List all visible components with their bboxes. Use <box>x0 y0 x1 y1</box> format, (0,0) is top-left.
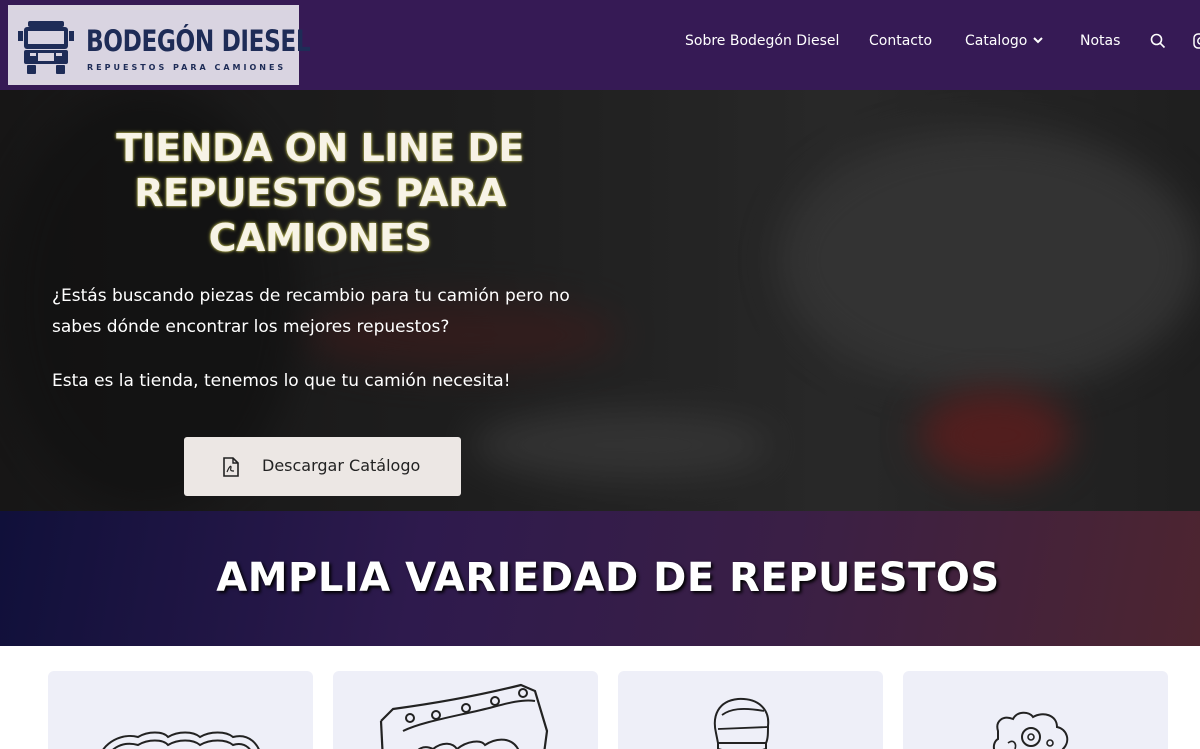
gear-shift-knob-icon <box>713 697 770 749</box>
product-card[interactable] <box>618 671 883 749</box>
engine-gasket-icon <box>102 731 260 749</box>
hero-paragraph: Esta es la tienda, tenemos lo que tu cam… <box>52 371 511 391</box>
variety-banner: AMPLIA VARIEDAD DE REPUESTOS <box>0 511 1200 646</box>
product-card[interactable] <box>333 671 598 749</box>
site-header: BODEGÓN DIESEL REPUESTOS PARA CAMIONES S… <box>0 0 1200 90</box>
nav-item-contact[interactable]: Contacto <box>869 33 932 49</box>
search-icon[interactable] <box>1150 33 1166 49</box>
hero-paragraph: ¿Estás buscando piezas de recambio para … <box>52 286 570 337</box>
product-card[interactable] <box>903 671 1168 749</box>
product-card[interactable] <box>48 671 313 749</box>
download-catalog-label: Descargar Catálogo <box>262 456 421 475</box>
hero-section: TIENDA ON LINE DE REPUESTOS PARA CAMIONE… <box>0 90 1200 511</box>
nav-item-about[interactable]: Sobre Bodegón Diesel <box>685 33 839 49</box>
nav-item-catalog-label: Catalogo <box>965 33 1028 49</box>
nav-item-notes[interactable]: Notas <box>1080 33 1120 49</box>
pdf-file-icon <box>223 457 239 477</box>
nav-item-catalog[interactable]: Catalogo <box>965 33 1044 49</box>
section-title: AMPLIA VARIEDAD DE REPUESTOS <box>216 555 1000 601</box>
chevron-down-icon <box>1033 37 1044 44</box>
product-cards <box>0 646 1200 749</box>
instagram-icon[interactable] <box>1193 33 1200 49</box>
hero-title: TIENDA ON LINE DE REPUESTOS PARA CAMIONE… <box>116 126 524 260</box>
turbo-pump-icon <box>992 711 1069 749</box>
cylinder-head-icon <box>379 683 549 749</box>
main-nav: Sobre Bodegón Diesel Contacto Catalogo N… <box>0 0 1200 90</box>
download-catalog-button[interactable]: Descargar Catálogo <box>184 437 461 496</box>
